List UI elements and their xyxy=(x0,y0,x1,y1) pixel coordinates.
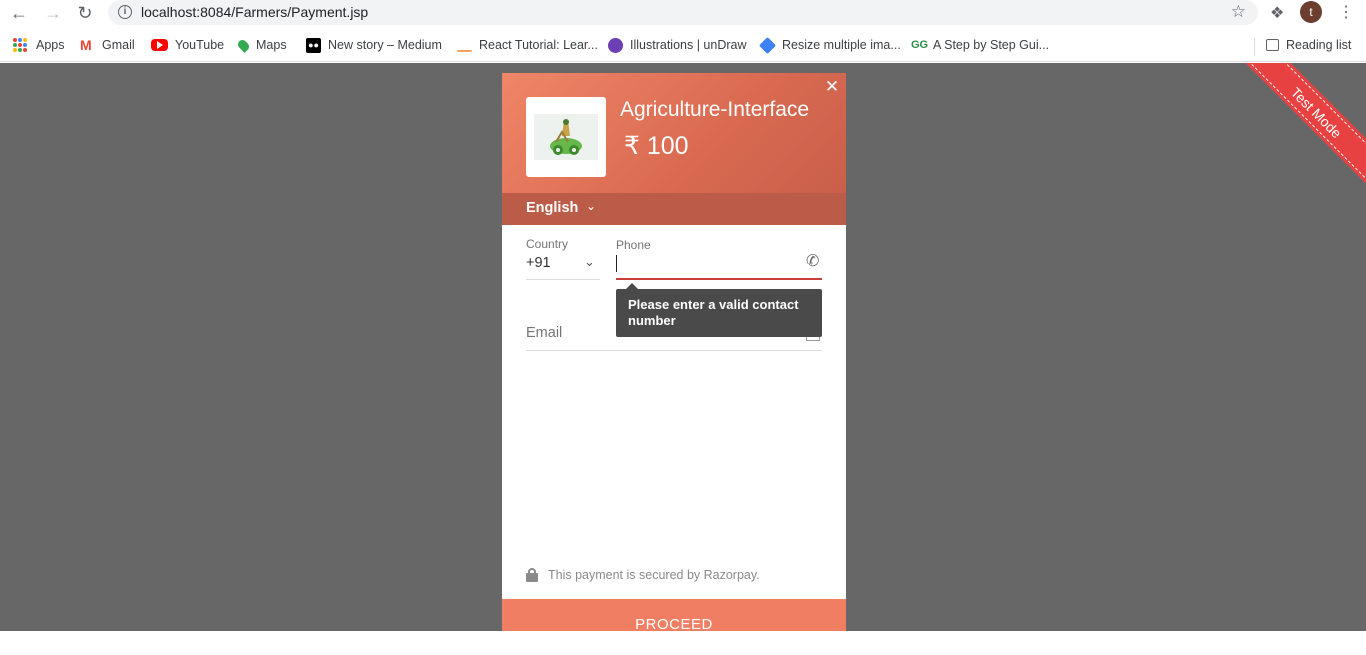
medium-icon: ●● xyxy=(306,37,321,53)
secure-text: This payment is secured by Razorpay. xyxy=(548,568,760,582)
secure-notice: This payment is secured by Razorpay. xyxy=(526,568,760,582)
chevron-down-icon[interactable]: ⌄ xyxy=(584,254,595,270)
language-selector[interactable]: English xyxy=(526,200,578,216)
phone-error-underline xyxy=(616,278,822,280)
bookmark-medium[interactable]: ●● New story – Medium xyxy=(306,36,442,54)
page-bottom-strip xyxy=(0,631,1366,655)
react-tutorial-icon xyxy=(457,44,472,52)
forward-arrow-icon[interactable]: → xyxy=(42,2,64,24)
geeksforgeeks-icon: GG xyxy=(911,38,929,51)
apps-grid-icon xyxy=(13,38,28,52)
checkout-header: ✕ Agriculture-Interface ₹ 100 xyxy=(502,73,846,193)
bookmark-step-by-step[interactable]: GG A Step by Step Gui... xyxy=(911,36,1049,54)
close-icon[interactable]: ✕ xyxy=(824,78,840,95)
address-bar[interactable]: i localhost:8084/Farmers/Payment.jsp ☆ xyxy=(108,0,1258,25)
proceed-button[interactable]: PROCEED xyxy=(502,599,846,631)
bookmarks-bar: Apps M Gmail YouTube Maps ●● New story –… xyxy=(0,30,1366,62)
language-bar: English ⌄ xyxy=(502,193,846,225)
bookmark-label: A Step by Step Gui... xyxy=(933,38,1050,52)
bookmark-react-tutorial[interactable]: React Tutorial: Lear... xyxy=(457,36,598,54)
back-arrow-icon[interactable]: ← xyxy=(8,2,30,24)
bookmark-apps[interactable]: Apps xyxy=(13,36,65,54)
bookmark-label: Gmail xyxy=(102,38,135,52)
extensions-puzzle-icon[interactable]: ❖ xyxy=(1270,3,1284,23)
country-label: Country xyxy=(526,237,569,251)
bookmark-label: React Tutorial: Lear... xyxy=(479,38,598,52)
bookmark-gmail[interactable]: M Gmail xyxy=(80,36,135,54)
bookmark-maps[interactable]: Maps xyxy=(236,36,287,54)
browser-toolbar: ← → ↻ i localhost:8084/Farmers/Payment.j… xyxy=(0,0,1366,26)
bookmark-youtube[interactable]: YouTube xyxy=(151,36,224,54)
reading-list-label: Reading list xyxy=(1286,38,1352,52)
razorpay-checkout-modal: ✕ Agriculture-Interface ₹ 100 English ⌄ … xyxy=(502,73,846,631)
reload-icon[interactable]: ↻ xyxy=(74,2,96,24)
email-field[interactable]: Email xyxy=(526,325,562,341)
browser-menu-icon[interactable]: ⋮ xyxy=(1338,2,1354,22)
phone-icon: ✆ xyxy=(806,253,820,270)
bookmark-undraw[interactable]: Illustrations | unDraw xyxy=(608,36,747,54)
bookmark-label: Apps xyxy=(36,38,65,52)
merchant-logo xyxy=(526,97,606,177)
phone-input[interactable] xyxy=(616,255,617,272)
phone-error-tooltip: Please enter a valid contact number xyxy=(616,283,822,337)
profile-avatar[interactable]: t xyxy=(1300,1,1322,23)
bookmark-resize[interactable]: Resize multiple ima... xyxy=(759,36,901,54)
reading-list-icon xyxy=(1266,39,1279,51)
logo-image xyxy=(534,114,598,160)
bookmark-label: New story – Medium xyxy=(328,38,442,52)
checkout-overlay: Test Mode ✕ Agriculture-Interface ₹ 100 … xyxy=(0,63,1366,631)
email-underline xyxy=(526,350,822,351)
bookmarks-divider xyxy=(1254,38,1255,56)
resize-icon xyxy=(759,36,776,54)
merchant-title: Agriculture-Interface xyxy=(620,98,810,121)
url-text[interactable]: localhost:8084/Farmers/Payment.jsp xyxy=(141,4,368,20)
country-code-select[interactable]: +91 xyxy=(526,255,551,271)
phone-label: Phone xyxy=(616,238,651,252)
undraw-icon xyxy=(608,37,623,53)
bookmark-label: Maps xyxy=(256,38,287,52)
lock-icon xyxy=(526,568,538,582)
bookmark-label: Resize multiple ima... xyxy=(782,38,901,52)
test-mode-ribbon: Test Mode xyxy=(1245,63,1366,198)
maps-icon xyxy=(236,37,251,53)
youtube-icon xyxy=(151,39,168,51)
payment-amount: ₹ 100 xyxy=(624,132,689,160)
chevron-down-icon[interactable]: ⌄ xyxy=(586,199,596,213)
bookmark-star-icon[interactable]: ☆ xyxy=(1231,2,1246,22)
site-info-icon[interactable]: i xyxy=(118,5,132,19)
gmail-icon: M xyxy=(80,36,92,53)
bookmark-label: Illustrations | unDraw xyxy=(630,38,747,52)
country-underline xyxy=(526,279,600,280)
reading-list-button[interactable]: Reading list xyxy=(1266,36,1351,54)
bookmark-label: YouTube xyxy=(175,38,225,52)
